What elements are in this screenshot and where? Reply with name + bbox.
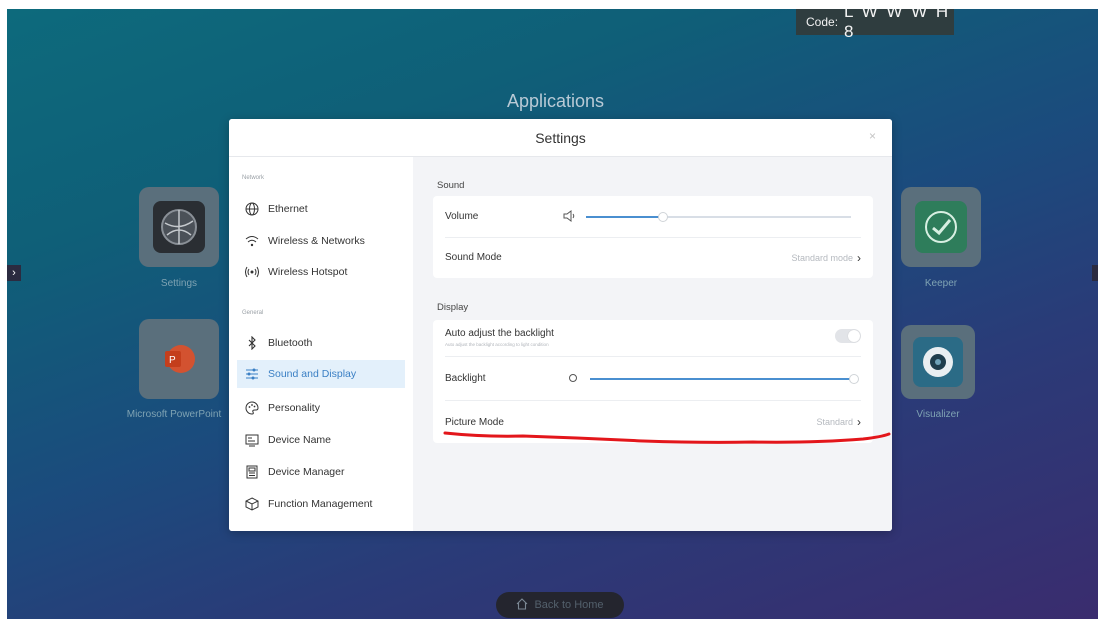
sound-card: Volume Sound Mode Standard mode › <box>433 196 873 278</box>
sidebar-item-label: Device Name <box>268 434 332 446</box>
sidebar-item-ethernet[interactable]: Ethernet <box>237 195 405 223</box>
sidebar-item-sound-display[interactable]: Sound and Display <box>237 360 405 388</box>
sidebar-item-label: Wireless Hotspot <box>268 266 348 278</box>
sidebar-item-label: Function Management <box>268 498 373 510</box>
toggle-knob <box>848 330 860 342</box>
sidebar-item-label: Ethernet <box>268 203 308 215</box>
device-manager-icon <box>245 465 259 479</box>
powerpoint-icon: P <box>165 345 195 373</box>
back-to-home-button[interactable]: Back to Home <box>496 592 624 618</box>
picture-mode-label: Picture Mode <box>445 416 504 428</box>
app-settings-label: Settings <box>160 278 198 289</box>
sidebar-item-bluetooth[interactable]: Bluetooth <box>237 329 405 357</box>
sound-mode-value: Standard mode <box>791 252 853 263</box>
backlight-row: Backlight <box>433 357 873 399</box>
sidebar-item-label: Wireless & Networks <box>268 235 365 247</box>
palette-icon <box>245 401 259 415</box>
settings-sidebar: Network Ethernet Wireless & Networks Wir… <box>229 157 413 531</box>
auto-backlight-label: Auto adjust the backlight <box>445 327 554 339</box>
volume-slider-thumb[interactable] <box>658 212 668 222</box>
app-powerpoint-label: Microsoft PowerPoint <box>126 409 222 420</box>
sidebar-item-label: Personality <box>268 402 320 414</box>
keeper-check-icon <box>915 201 967 253</box>
display-card: Auto adjust the backlight Auto adjust th… <box>433 320 873 443</box>
code-value: L W W W H 8 <box>844 9 951 41</box>
back-to-home-label: Back to Home <box>534 599 604 611</box>
nav-group-network: Network <box>242 175 265 181</box>
globe-icon <box>245 202 259 216</box>
app-keeper-label: Keeper <box>924 278 958 289</box>
sidebar-item-label: Bluetooth <box>268 337 313 349</box>
sidebar-item-device-manager[interactable]: Device Manager <box>237 458 405 486</box>
dialog-header: Settings × <box>229 119 892 157</box>
chevron-right-icon: › <box>857 415 861 429</box>
home-icon <box>516 597 528 613</box>
sidebar-item-label: Sound and Display <box>268 368 357 380</box>
sound-mode-label: Sound Mode <box>445 252 502 263</box>
right-nav-arrow-icon[interactable] <box>1092 265 1098 281</box>
applications-title: Applications <box>507 91 605 111</box>
sidebar-item-function-management[interactable]: Function Management <box>237 490 405 518</box>
sidebar-item-device-name[interactable]: Device Name <box>237 426 405 454</box>
sound-mode-row[interactable]: Sound Mode Standard mode › <box>433 237 873 278</box>
sound-section-title: Sound <box>437 180 465 191</box>
settings-dialog: Settings × Network Ethernet Wireless & N… <box>229 119 892 531</box>
app-settings[interactable] <box>139 187 219 267</box>
device-name-icon <box>245 433 259 447</box>
sliders-icon <box>245 367 259 381</box>
picture-mode-value: Standard <box>816 417 853 427</box>
code-label: Code: <box>806 15 839 29</box>
bluetooth-icon <box>245 336 259 350</box>
app-keeper[interactable] <box>901 187 981 267</box>
hotspot-icon <box>245 265 259 279</box>
left-nav-arrow-icon[interactable]: › <box>7 265 21 281</box>
volume-row: Volume <box>433 196 873 237</box>
chevron-right-icon: › <box>857 250 861 265</box>
wifi-icon <box>245 234 259 248</box>
settings-content: Sound Volume Sound Mode Standard mode › … <box>413 157 892 531</box>
dialog-title: Settings <box>535 129 586 146</box>
app-visualizer-label: Visualizer <box>916 409 960 420</box>
visualizer-camera-icon <box>913 337 963 387</box>
volume-slider-fill <box>586 216 663 218</box>
close-icon[interactable]: × <box>869 129 876 143</box>
sidebar-item-wireless-networks[interactable]: Wireless & Networks <box>237 227 405 255</box>
volume-label: Volume <box>445 211 479 222</box>
sidebar-item-label: Device Manager <box>268 466 345 478</box>
cube-icon <box>245 497 259 511</box>
settings-globe-icon <box>153 201 205 253</box>
brightness-icon <box>567 372 579 387</box>
desktop-screen: Code: L W W W H 8 Applications › Setting… <box>7 9 1098 619</box>
auto-backlight-row: Auto adjust the backlight Auto adjust th… <box>433 320 873 354</box>
sidebar-item-personality[interactable]: Personality <box>237 394 405 422</box>
nav-group-general: General <box>242 310 264 316</box>
red-underline-annotation <box>443 431 891 444</box>
app-powerpoint[interactable]: P <box>139 319 219 399</box>
display-section-title: Display <box>437 302 469 313</box>
svg-text:P: P <box>169 355 176 366</box>
code-display: Code: L W W W H 8 <box>796 9 954 41</box>
speaker-icon <box>563 210 577 225</box>
backlight-slider-thumb[interactable] <box>849 374 859 384</box>
backlight-slider-fill <box>590 378 854 380</box>
sidebar-item-wireless-hotspot[interactable]: Wireless Hotspot <box>237 258 405 286</box>
auto-backlight-description: Auto adjust the backlight according to l… <box>445 341 549 347</box>
backlight-label: Backlight <box>445 372 486 384</box>
app-visualizer[interactable] <box>901 325 975 399</box>
auto-backlight-toggle[interactable] <box>835 329 861 343</box>
